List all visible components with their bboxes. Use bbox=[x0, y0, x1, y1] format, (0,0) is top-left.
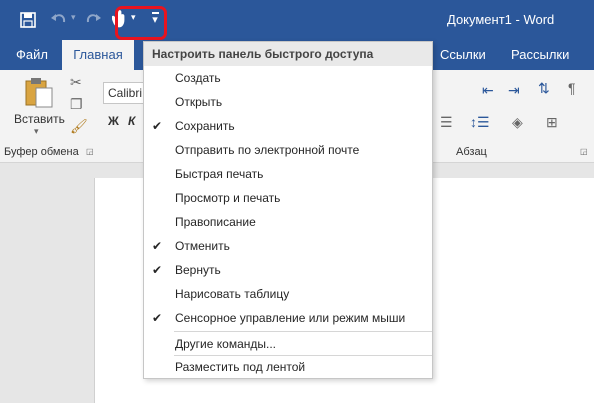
menu-item-more-commands[interactable]: Другие команды... bbox=[144, 332, 432, 356]
line-spacing-icon[interactable]: ↕☰ bbox=[470, 114, 490, 131]
menu-item-label: Создать bbox=[175, 71, 221, 85]
menu-item-label: Отменить bbox=[175, 239, 230, 253]
tab-mailings[interactable]: Рассылки bbox=[511, 47, 569, 62]
menu-header: Настроить панель быстрого доступа bbox=[144, 42, 432, 66]
sort-icon[interactable]: ⇅ bbox=[538, 80, 550, 97]
checkmark-icon: ✔ bbox=[152, 311, 163, 325]
clipboard-group-label: Буфер обмена bbox=[4, 146, 79, 158]
menu-item-label: Другие команды... bbox=[175, 337, 276, 351]
menu-item-print-preview[interactable]: Просмотр и печать bbox=[144, 186, 432, 210]
decrease-indent-icon[interactable]: ⇤ bbox=[482, 82, 494, 99]
menu-item-below-ribbon[interactable]: Разместить под лентой bbox=[144, 355, 432, 379]
window-title: Документ1 - Word bbox=[447, 12, 555, 27]
paste-label[interactable]: Вставить bbox=[14, 112, 65, 126]
undo-icon[interactable] bbox=[50, 11, 68, 29]
customize-qat-menu: Настроить панель быстрого доступа Создат… bbox=[143, 41, 433, 379]
paste-dropdown-icon[interactable]: ▾ bbox=[34, 126, 39, 137]
menu-item-draw-table[interactable]: Нарисовать таблицу bbox=[144, 282, 432, 306]
tab-file[interactable]: Файл bbox=[16, 47, 48, 62]
menu-item-save[interactable]: ✔ Сохранить bbox=[144, 114, 432, 138]
borders-icon[interactable]: ⊞ bbox=[546, 114, 558, 131]
font-name-value: Calibri bbox=[108, 86, 143, 100]
copy-icon[interactable]: ❐ bbox=[70, 96, 83, 113]
clipboard-launcher-icon[interactable]: ◲ bbox=[86, 147, 94, 156]
menu-item-open[interactable]: Открыть bbox=[144, 90, 432, 114]
paste-icon[interactable] bbox=[24, 76, 54, 108]
menu-item-spelling[interactable]: Правописание bbox=[144, 210, 432, 234]
menu-item-label: Быстрая печать bbox=[175, 167, 264, 181]
menu-item-email[interactable]: Отправить по электронной почте bbox=[144, 138, 432, 162]
paragraph-launcher-icon[interactable]: ◲ bbox=[580, 147, 588, 156]
menu-item-label: Отправить по электронной почте bbox=[175, 143, 360, 157]
checkmark-icon: ✔ bbox=[152, 239, 163, 253]
menu-item-label: Открыть bbox=[175, 95, 223, 109]
menu-item-label: Сохранить bbox=[175, 119, 235, 133]
cut-icon[interactable]: ✂ bbox=[70, 74, 82, 91]
menu-item-label: Вернуть bbox=[175, 263, 221, 277]
tab-home[interactable]: Главная bbox=[62, 40, 134, 70]
pilcrow-icon[interactable]: ¶ bbox=[568, 80, 576, 96]
shading-icon[interactable]: ◈ bbox=[512, 114, 523, 131]
format-painter-icon[interactable]: 🖌 bbox=[70, 118, 88, 135]
paragraph-group-label: Абзац bbox=[456, 146, 487, 158]
increase-indent-icon[interactable]: ⇥ bbox=[508, 82, 520, 99]
menu-item-label: Нарисовать таблицу bbox=[175, 287, 290, 301]
save-icon[interactable] bbox=[20, 12, 36, 28]
menu-item-label: Разместить под лентой bbox=[175, 360, 306, 374]
italic-button[interactable]: К bbox=[128, 114, 135, 128]
menu-item-label: Сенсорное управление или режим мыши bbox=[175, 311, 406, 325]
menu-item-label: Правописание bbox=[175, 215, 256, 229]
menu-item-undo[interactable]: ✔ Отменить bbox=[144, 234, 432, 258]
tab-links[interactable]: Ссылки bbox=[440, 47, 486, 62]
menu-item-create[interactable]: Создать bbox=[144, 66, 432, 90]
title-bar: ▾ ▾ ▾ Документ1 - Word bbox=[0, 0, 594, 42]
menu-item-label: Просмотр и печать bbox=[175, 191, 281, 205]
justify-icon[interactable]: ☰ bbox=[440, 114, 453, 131]
checkmark-icon: ✔ bbox=[152, 119, 163, 133]
redo-icon[interactable] bbox=[84, 11, 102, 29]
menu-item-touch-mode[interactable]: ✔ Сенсорное управление или режим мыши bbox=[144, 306, 432, 330]
highlight-frame bbox=[115, 6, 167, 40]
bold-button[interactable]: Ж bbox=[108, 114, 119, 128]
menu-item-redo[interactable]: ✔ Вернуть bbox=[144, 258, 432, 282]
menu-item-quick-print[interactable]: Быстрая печать bbox=[144, 162, 432, 186]
undo-dropdown-icon[interactable]: ▾ bbox=[71, 12, 76, 23]
checkmark-icon: ✔ bbox=[152, 263, 163, 277]
